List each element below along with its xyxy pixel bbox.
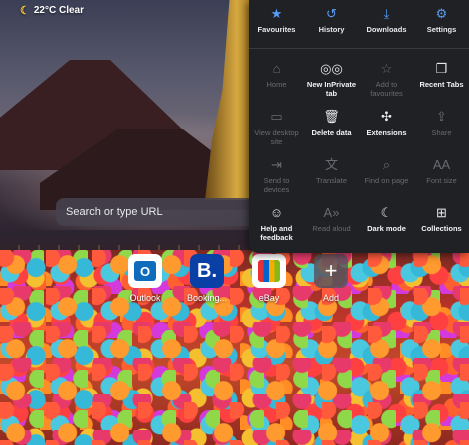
trash-icon: 🗑 [323,109,340,124]
menu-item-recent-tabs[interactable]: ❐ Recent Tabs [414,55,469,103]
menu-item-find-on-page: ⌕ Find on page [359,151,414,199]
menu-item-share: ⇪ Share [414,103,469,151]
menu-item-label: View desktop site [254,128,299,146]
menu-item-label: Collections [421,224,462,233]
plus-icon: + [314,254,348,288]
weather-widget[interactable]: ☾ 22°C Clear [20,3,84,17]
inprivate-icon: ◎◎ [320,61,343,76]
menu-item-delete-data[interactable]: 🗑 Delete data [304,103,359,151]
menu-item-label: Home [266,80,287,89]
menu-item-label: Font size [426,176,457,185]
search-input[interactable]: Search or type URL [56,198,256,226]
menu-item-help-and-feedback[interactable]: ☺ Help and feedback [249,199,304,247]
menu-item-label: Downloads [366,25,407,34]
ebay-icon [252,254,286,288]
menu-item-translate: 文 Translate [304,151,359,199]
menu-item-label: Help and feedback [260,224,293,242]
read-aloud-icon: A» [323,205,340,220]
weather-text: 22°C Clear [33,4,85,16]
menu-item-read-aloud: A» Read aloud [304,199,359,247]
menu-item-label: Add to favourites [370,80,403,98]
menu-item-settings[interactable]: ⚙ Settings [414,0,469,48]
menu-item-view-desktop-site: ▭ View desktop site [249,103,304,151]
translate-icon: 文 [324,157,338,172]
menu-item-label: Settings [426,25,457,34]
menu-item-label: Recent Tabs [419,80,464,89]
star-icon: ★ [270,6,283,21]
home-icon: ⌂ [272,61,281,76]
moon-icon: ☾ [20,4,30,17]
puzzle-icon: ✣ [381,109,392,124]
gear-icon: ⚙ [435,6,448,21]
booking-icon: B. [190,254,224,288]
menu-item-history[interactable]: ↺ History [304,0,359,48]
tile-label: Add [322,293,339,303]
menu-item-label: Read aloud [312,224,351,233]
menu-item-font-size: AA Font size [414,151,469,199]
help-icon: ☺ [269,205,284,220]
menu-item-add-to-favourites: ☆ Add to favourites [359,55,414,103]
menu-item-dark-mode[interactable]: ☾ Dark mode [359,199,414,247]
menu-item-label: History [318,25,345,34]
menu-item-downloads[interactable]: ⤓ Downloads [359,0,414,48]
history-icon: ↺ [326,6,337,21]
font-size-icon: AA [432,157,451,172]
menu-item-label: Delete data [311,128,352,137]
menu-grid: ⌂ Home ◎◎ New InPrivate tab ☆ Add to fav… [249,49,469,247]
menu-item-label: Dark mode [367,224,406,233]
menu-top-row: ★ Favourites ↺ History ⤓ Downloads ⚙ Set… [249,0,469,49]
outlook-icon: O [128,254,162,288]
send-devices-icon: ⇥ [271,157,282,172]
search-placeholder: Search or type URL [66,206,163,218]
menu-item-new-inprivate-tab[interactable]: ◎◎ New InPrivate tab [304,55,359,103]
star-plus-icon: ☆ [380,61,393,76]
menu-item-label: Extensions [366,128,407,137]
tile-label: Booking... [186,293,228,303]
collections-icon: ⊞ [436,205,447,220]
overflow-menu: ★ Favourites ↺ History ⤓ Downloads ⚙ Set… [249,0,469,253]
tile-add[interactable]: + Add [309,254,353,303]
find-icon: ⌕ [382,157,391,172]
menu-item-label: Favourites [257,25,296,34]
menu-item-home: ⌂ Home [249,55,304,103]
menu-item-label: Share [431,128,452,137]
menu-item-label: Send to devices [263,176,290,194]
moon-icon: ☾ [380,205,393,220]
menu-item-label: Translate [316,176,347,185]
menu-item-label: Find on page [364,176,409,185]
menu-item-extensions[interactable]: ✣ Extensions [359,103,414,151]
tile-label: Outlook [129,293,161,303]
share-icon: ⇪ [436,109,447,124]
desktop-icon: ▭ [270,109,283,124]
menu-item-label: New InPrivate tab [306,80,357,98]
download-icon: ⤓ [383,6,390,21]
recent-tabs-icon: ❐ [435,61,448,76]
menu-item-send-to-devices: ⇥ Send to devices [249,151,304,199]
tile-booking[interactable]: B. Booking... [185,254,229,303]
tile-ebay[interactable]: eBay [247,254,291,303]
menu-item-favourites[interactable]: ★ Favourites [249,0,304,48]
tile-label: eBay [258,293,280,303]
tile-outlook[interactable]: O Outlook [123,254,167,303]
menu-item-collections[interactable]: ⊞ Collections [414,199,469,247]
